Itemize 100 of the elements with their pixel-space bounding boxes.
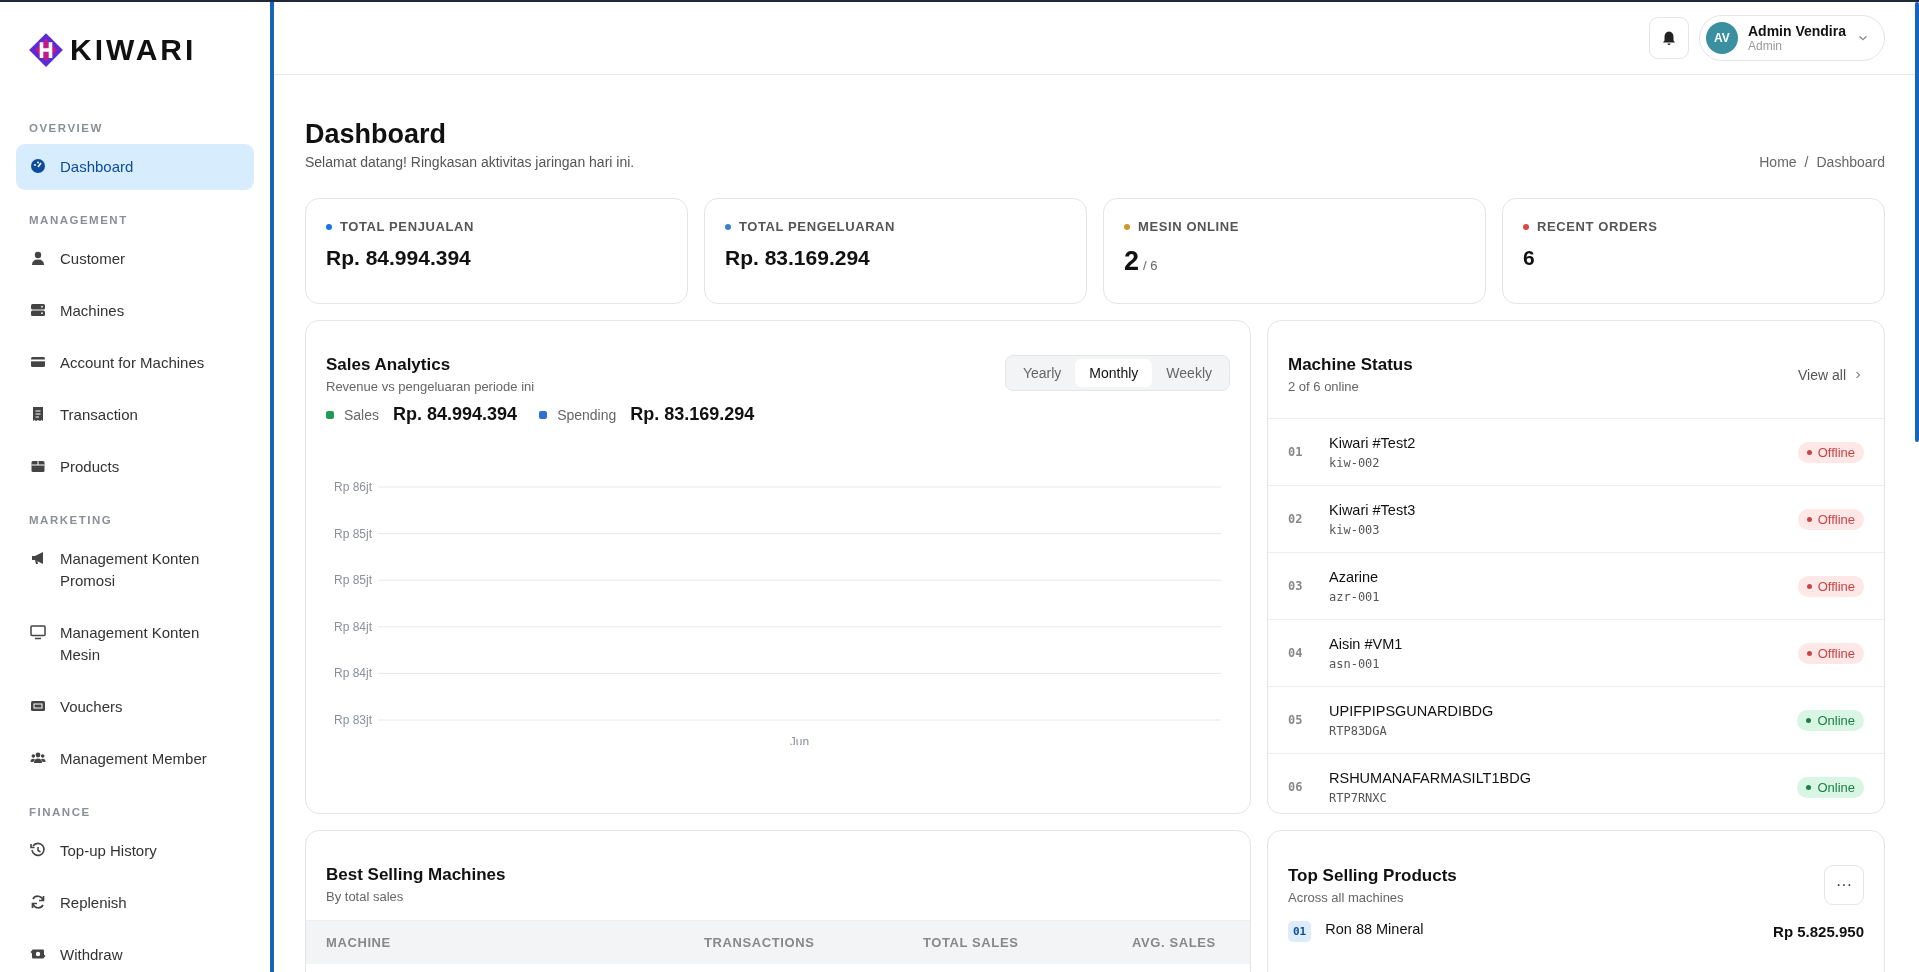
sidebar-item[interactable]: Top-up History — [16, 828, 254, 874]
machine-code: RTP83DGA — [1329, 723, 1388, 738]
section-heading: MANAGEMENT — [28, 213, 129, 228]
status-badge: Offline — [1797, 508, 1864, 530]
sidebar-item[interactable]: Transaction — [16, 392, 254, 438]
sidebar-item[interactable]: Account for Machines — [16, 340, 254, 386]
breadcrumb-separator: / — [1803, 154, 1810, 170]
machine-name: Aisin #VM1 — [1329, 635, 1404, 652]
machine-code: RTP7RNXC — [1329, 790, 1388, 805]
status-badge: Offline — [1797, 642, 1864, 664]
stat-label: RECENT ORDERS — [1537, 219, 1658, 234]
card-icon — [30, 354, 46, 370]
legend-label: Spending — [557, 406, 617, 423]
column-header: AVG. SALES — [1132, 935, 1217, 950]
user-role: Admin — [1747, 39, 1783, 53]
page-title: Dashboard — [305, 119, 448, 150]
row-number: 02 — [1288, 512, 1304, 526]
stat-label: TOTAL PENGELUARAN — [739, 219, 896, 234]
sidebar-item[interactable]: Products — [16, 444, 254, 490]
section-heading: FINANCE — [28, 805, 92, 820]
row-number: 05 — [1288, 713, 1304, 727]
rank-badge: 01 — [1288, 921, 1312, 942]
legend-value: Rp. 84.994.394 — [393, 404, 518, 425]
receipt-icon — [30, 406, 46, 422]
logo-icon — [28, 32, 64, 68]
gauge-icon — [30, 158, 46, 174]
sidebar-item[interactable]: Customer — [16, 236, 254, 282]
sidebar-item[interactable]: Machines — [16, 288, 254, 334]
bell-icon — [1660, 30, 1677, 46]
axis-label: Rp 85jt — [333, 526, 372, 541]
stat-value: 6 — [1523, 246, 1535, 270]
status-badge: Offline — [1797, 441, 1864, 463]
period-tab[interactable]: Weekly — [1152, 359, 1226, 387]
users-icon — [30, 750, 46, 766]
monitor-icon — [30, 624, 46, 640]
row-number: 03 — [1288, 579, 1304, 593]
machine-code: kiw-002 — [1329, 455, 1381, 470]
sidebar-item[interactable]: Dashboard — [16, 144, 254, 190]
server-icon — [30, 302, 46, 318]
user-name: Admin Vendira — [1747, 23, 1846, 39]
box-icon — [30, 458, 46, 474]
axis-label: Rp 85jt — [333, 573, 372, 588]
stat-label: MESIN ONLINE — [1138, 219, 1240, 234]
machine-code: asn-001 — [1329, 656, 1381, 671]
row-number: 06 — [1288, 780, 1304, 794]
breadcrumb-item[interactable]: Home — [1759, 154, 1797, 170]
sidebar-item[interactable]: Replenish — [16, 880, 254, 926]
scrollbar[interactable] — [1915, 2, 1919, 442]
view-all-link[interactable]: View all — [1798, 366, 1864, 383]
stat-value: Rp. 84.994.394 — [326, 246, 471, 270]
section-heading: OVERVIEW — [28, 121, 104, 136]
card-subtitle: By total sales — [326, 889, 405, 904]
product-price: Rp 5.825.950 — [1773, 923, 1864, 940]
stat-value: Rp. 83.169.294 — [725, 246, 870, 270]
axis-label: Rp 86jt — [333, 480, 372, 494]
logo-text: KIWARI — [70, 33, 197, 67]
more-button[interactable]: ··· — [1824, 865, 1864, 905]
card-title: Sales Analytics — [326, 355, 452, 375]
ticket-icon — [30, 698, 46, 714]
machine-code: kiw-003 — [1329, 522, 1381, 537]
row-number: 04 — [1288, 646, 1304, 660]
stat-value: 2 — [1124, 246, 1140, 277]
column-header: TOTAL SALES — [923, 935, 1020, 950]
row-number: 01 — [1288, 445, 1304, 459]
machine-name: Kiwari #Test3 — [1329, 501, 1417, 518]
card-subtitle: Across all machines — [1288, 889, 1405, 905]
period-tab[interactable]: Yearly — [1008, 359, 1076, 387]
legend-label: Sales — [344, 406, 380, 423]
period-tab[interactable]: Monthly — [1075, 359, 1153, 387]
product-name: Ron 88 Mineral — [1325, 921, 1425, 937]
machine-name: UPIFPIPSGUNARDIBDG — [1329, 702, 1495, 719]
sidebar-item[interactable]: Management Member — [16, 736, 254, 782]
card-subtitle: 2 of 6 online — [1288, 379, 1360, 394]
column-header: MACHINE — [326, 935, 392, 950]
section-heading: MARKETING — [28, 513, 114, 528]
machine-name: Azarine — [1329, 568, 1380, 585]
status-badge: Online — [1797, 776, 1864, 798]
sidebar-item[interactable]: Vouchers — [16, 684, 254, 730]
history-icon — [30, 842, 46, 858]
megaphone-icon — [30, 550, 46, 566]
card-title: Machine Status — [1288, 355, 1413, 375]
axis-label: Rp 83jt — [333, 713, 372, 727]
legend-value: Rp. 83.169.294 — [630, 404, 755, 425]
axis-label: Rp 84jt — [333, 619, 372, 634]
status-badge: Offline — [1797, 575, 1864, 597]
sidebar-item[interactable]: Management Konten Promosi — [16, 536, 254, 604]
refresh-icon — [30, 894, 46, 910]
machine-name: Kiwari #Test2 — [1329, 434, 1417, 451]
page-subtitle: Selamat datang! Ringkasan aktivitas jaringan hari ini. — [305, 154, 635, 170]
sidebar-item[interactable]: Withdraw — [16, 932, 254, 972]
stat-label: TOTAL PENJUALAN — [340, 219, 474, 234]
avatar: AV — [1705, 22, 1738, 54]
machine-name: RSHUMANAFARMASILT1BDG — [1329, 769, 1532, 786]
sidebar-item[interactable]: Management Konten Mesin — [16, 610, 254, 678]
card-title: Top Selling Products — [1288, 865, 1457, 886]
machine-code: azr-001 — [1329, 589, 1381, 604]
column-header: TRANSACTIONS — [704, 935, 816, 950]
card-subtitle: Revenue vs pengeluaran periode ini — [326, 379, 535, 394]
axis-label: Rp 84jt — [333, 666, 372, 681]
notification-button[interactable] — [1648, 17, 1689, 59]
